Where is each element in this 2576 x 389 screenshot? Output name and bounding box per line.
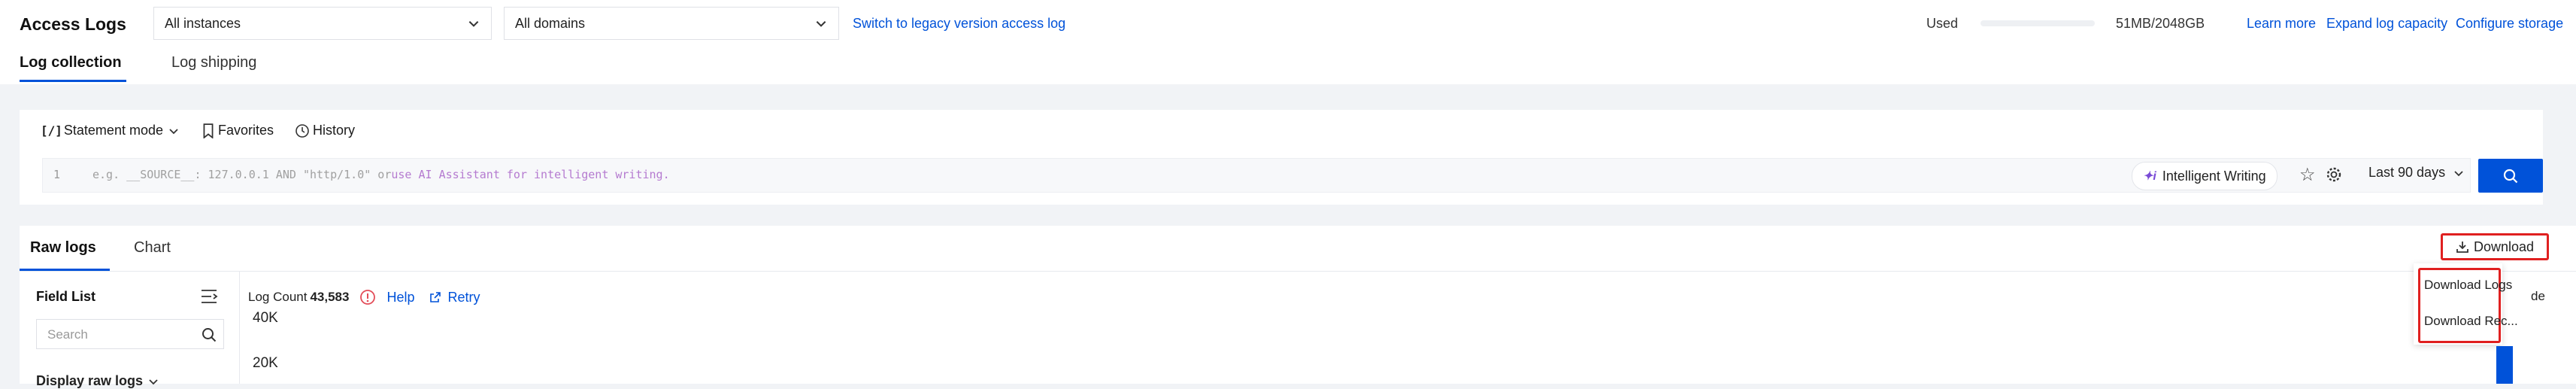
chevron-down-icon: [2454, 170, 2463, 176]
domain-select-value: All domains: [515, 15, 586, 31]
tab-chart[interactable]: Chart: [134, 239, 171, 257]
code-brackets-icon: [/]: [41, 123, 62, 138]
y-tick-label: 40K: [253, 310, 278, 326]
learn-more-link[interactable]: Learn more: [2247, 16, 2316, 32]
query-placeholder: e.g. __SOURCE__: 127.0.0.1 AND "http/1.0…: [92, 168, 670, 181]
line-number: 1: [53, 168, 61, 181]
instance-select[interactable]: All instances: [153, 7, 492, 40]
chevron-down-icon: [816, 21, 826, 27]
download-label: Download: [2473, 239, 2535, 254]
favorites-label: Favorites: [218, 123, 274, 138]
history-icon: [295, 123, 309, 138]
expand-capacity-link[interactable]: Expand log capacity: [2326, 16, 2447, 32]
active-tab-indicator: [20, 269, 110, 271]
field-search-input[interactable]: Search: [36, 319, 224, 349]
histogram-bar: [2496, 346, 2513, 384]
field-search-placeholder: Search: [47, 327, 88, 342]
log-count-value: 43,583: [310, 290, 350, 304]
external-link-icon: [430, 292, 441, 302]
usage-value: 51MB/2048GB: [2116, 16, 2205, 31]
settings-gear-icon[interactable]: [2325, 166, 2343, 187]
retry-link[interactable]: Retry: [447, 290, 480, 305]
download-button[interactable]: Download: [2441, 233, 2549, 260]
active-tab-indicator: [20, 80, 126, 82]
star-icon[interactable]: ☆: [2299, 164, 2316, 186]
domain-select[interactable]: All domains: [504, 7, 839, 40]
log-count-row: Log Count 43,583 Help Retry: [248, 289, 480, 305]
intelligent-writing-button[interactable]: ✦i Intelligent Writing: [2132, 162, 2277, 190]
chevron-down-icon: [169, 128, 178, 134]
instance-select-value: All instances: [165, 15, 241, 31]
sidebar-divider: [239, 271, 240, 384]
display-raw-logs-toggle[interactable]: Display raw logs: [36, 373, 159, 389]
ai-icon: ✦i: [2143, 170, 2156, 183]
chevron-down-icon: [468, 21, 479, 27]
search-icon: [202, 328, 217, 342]
tab-raw-logs[interactable]: Raw logs: [30, 239, 96, 257]
history-button[interactable]: History: [295, 123, 355, 138]
page-title: Access Logs: [20, 14, 126, 34]
chevron-down-icon: [149, 378, 158, 384]
display-raw-logs-label: Display raw logs: [36, 373, 144, 388]
divider: [20, 271, 2576, 272]
placeholder-ai-hint: use AI Assistant for intelligent writing…: [391, 168, 670, 181]
favorites-button[interactable]: Favorites: [202, 123, 274, 138]
field-list-title: Field List: [36, 289, 96, 304]
field-list-collapse-icon[interactable]: [200, 288, 218, 308]
time-range-label: Last 90 days: [2368, 165, 2446, 180]
tab-log-shipping[interactable]: Log shipping: [171, 54, 256, 71]
download-records-item[interactable]: Download Rec...: [2424, 314, 2518, 329]
time-range-select[interactable]: Last 90 days: [2368, 165, 2465, 181]
intelligent-writing-label: Intelligent Writing: [2162, 168, 2266, 184]
search-icon: [2503, 169, 2518, 183]
bookmark-icon: [203, 123, 214, 138]
search-button[interactable]: [2478, 159, 2543, 193]
legacy-version-link[interactable]: Switch to legacy version access log: [853, 16, 1065, 32]
history-label: History: [313, 123, 356, 138]
download-logs-item[interactable]: Download Logs: [2424, 278, 2512, 293]
placeholder-example: e.g. __SOURCE__: 127.0.0.1 AND "http/1.0…: [92, 168, 392, 181]
tab-log-collection[interactable]: Log collection: [20, 54, 122, 71]
statement-mode-label: Statement mode: [63, 123, 163, 138]
configure-storage-link[interactable]: Configure storage: [2456, 16, 2563, 32]
download-icon: [2456, 242, 2468, 253]
log-count-label: Log Count: [248, 290, 308, 304]
usage-label: Used: [1926, 16, 1959, 31]
y-tick-label: 20K: [253, 355, 278, 371]
usage-progress-bar: [1980, 20, 2095, 26]
warning-icon: [360, 290, 376, 305]
help-link[interactable]: Help: [386, 290, 414, 305]
truncated-label: de: [2531, 289, 2545, 303]
query-input[interactable]: 1 e.g. __SOURCE__: 127.0.0.1 AND "http/1…: [42, 158, 2471, 193]
statement-mode-dropdown[interactable]: [/] Statement mode: [41, 123, 180, 138]
